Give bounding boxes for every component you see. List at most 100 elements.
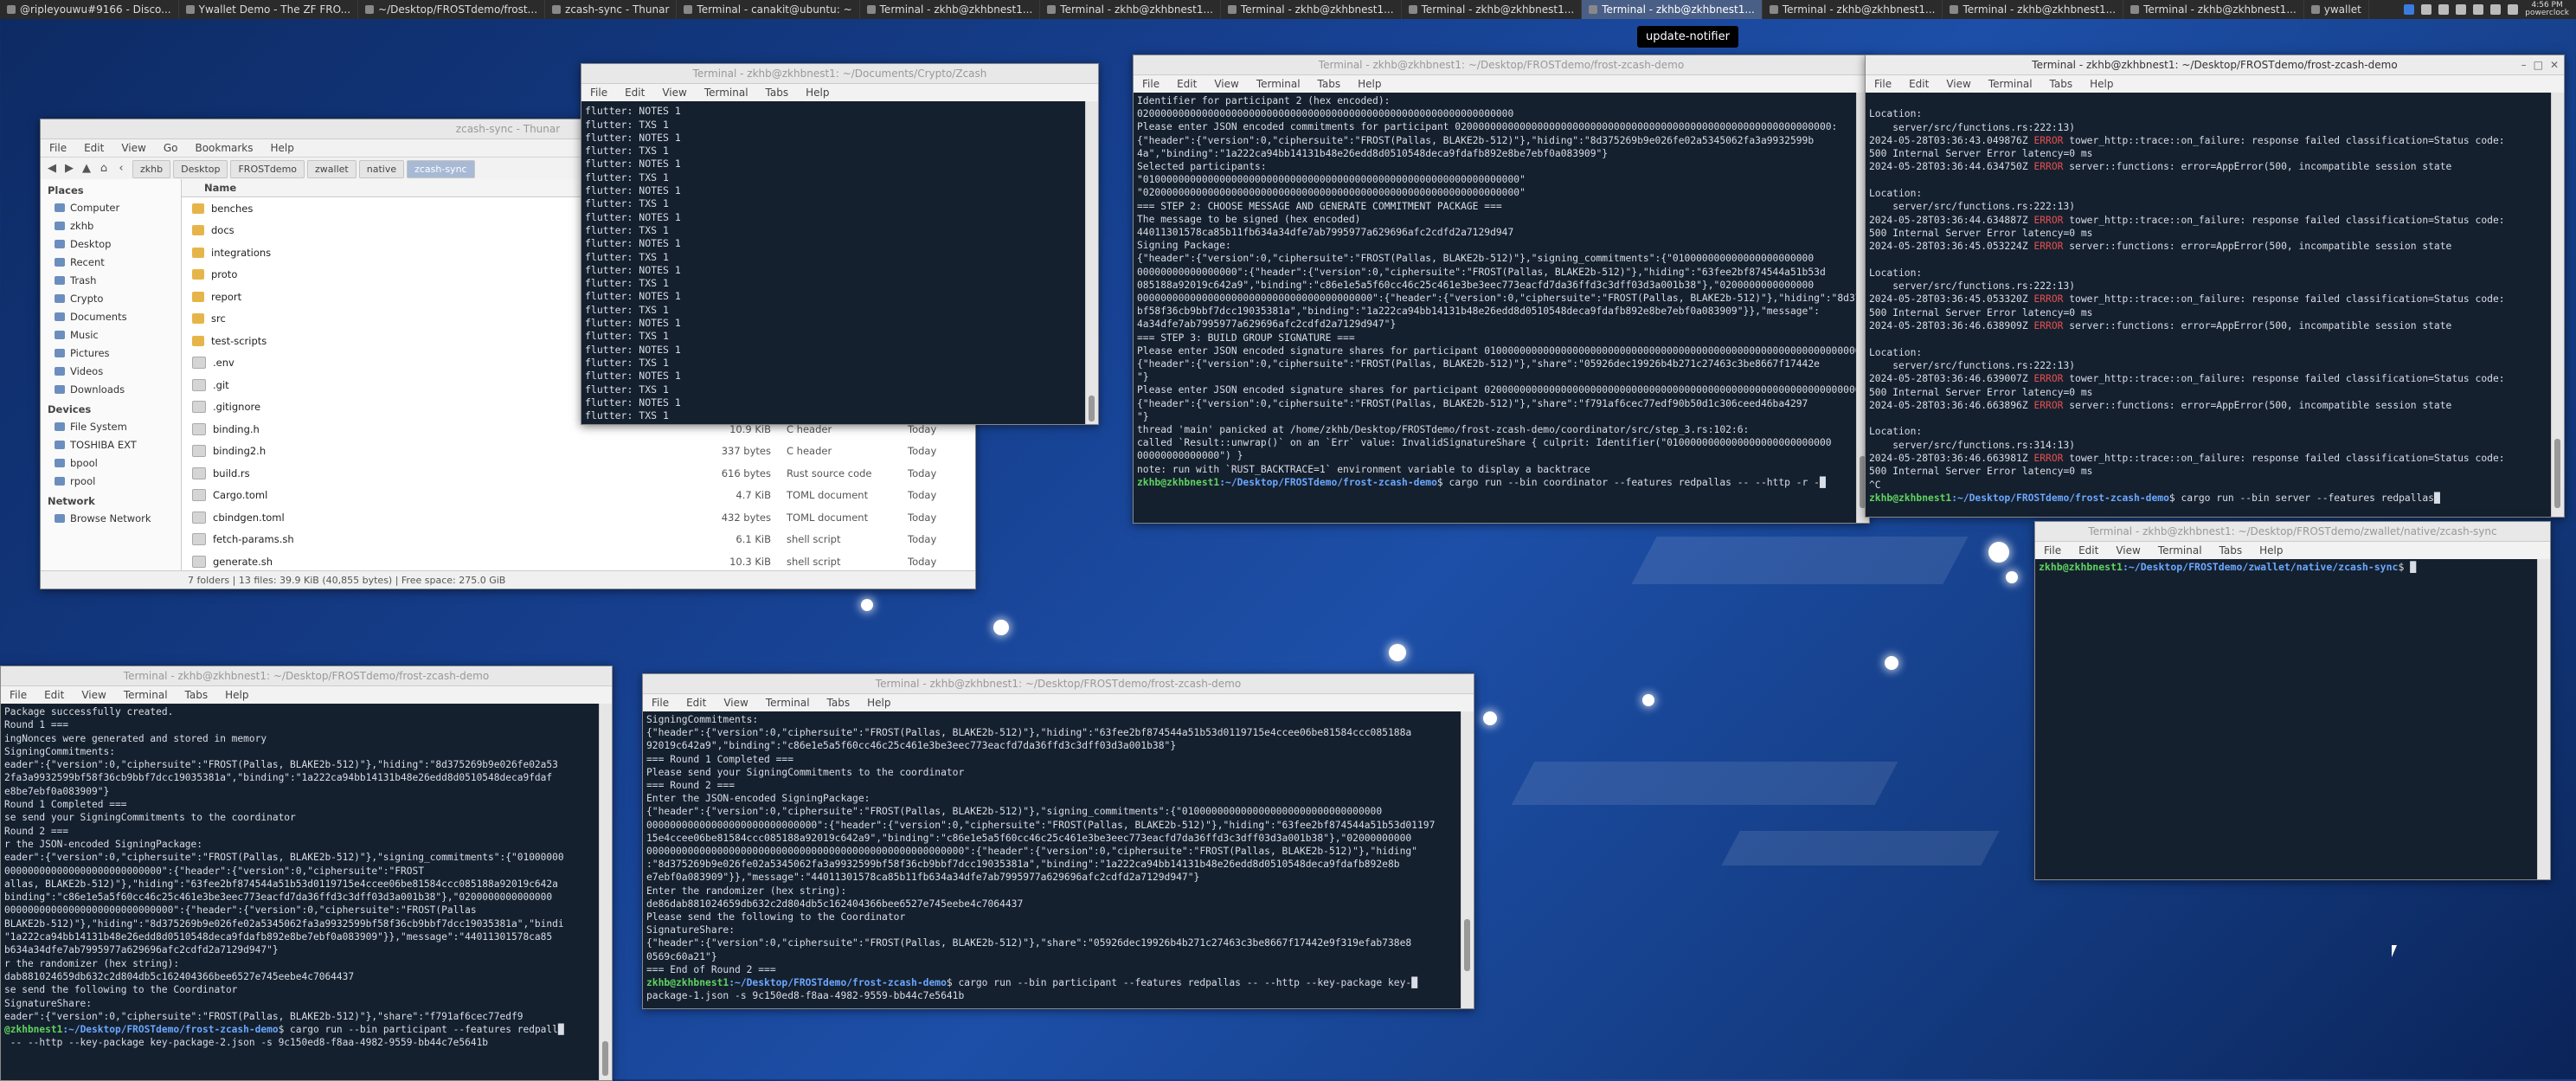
menu-item-help[interactable]: Help <box>797 87 838 99</box>
menu-item-file[interactable]: File <box>1866 78 1900 90</box>
menu-item-view[interactable]: View <box>112 142 154 154</box>
taskbar-item[interactable]: @ripleyouwu#9166 - Disco... <box>0 0 179 19</box>
menu-item-view[interactable]: View <box>1205 78 1247 90</box>
sidebar-item-zkhb[interactable]: zkhb <box>41 216 181 235</box>
sidebar-item-pictures[interactable]: Pictures <box>41 344 181 362</box>
menu-item-file[interactable]: File <box>1134 78 1168 90</box>
terminal-prompt[interactable]: zkhb@zkhbnest1:~/Desktop/FROSTdemo/zwall… <box>2039 561 2534 574</box>
menu-item-help[interactable]: Help <box>2251 544 2291 557</box>
terminal-window-server[interactable]: Terminal - zkhb@zkhbnest1: ~/Desktop/FRO… <box>1865 55 2565 518</box>
terminal-prompt[interactable]: zkhb@zkhbnest1:~/Desktop/FROSTdemo/frost… <box>1137 476 1853 489</box>
terminal-prompt[interactable]: zkhb@zkhbnest1:~/Desktop/FROSTdemo/frost… <box>1869 492 2548 505</box>
terminal-prompt[interactable]: zkhb@zkhbnest1:~/Desktop/FROSTdemo/frost… <box>646 976 1458 989</box>
file-row[interactable]: cbindgen.toml 432 bytes TOML document Today <box>182 506 975 529</box>
breadcrumb-FROSTdemo[interactable]: FROSTdemo <box>230 159 305 178</box>
menu-item-tabs[interactable]: Tabs <box>1309 78 1350 90</box>
scrollbar[interactable] <box>599 704 612 1080</box>
menu-item-terminal[interactable]: Terminal <box>115 689 177 701</box>
power-icon[interactable] <box>2508 4 2519 15</box>
menu-item-terminal[interactable]: Terminal <box>1980 78 2041 90</box>
taskbar-item[interactable]: ywallet <box>2304 0 2369 19</box>
menu-item-tabs[interactable]: Tabs <box>177 689 217 701</box>
menu-item-edit[interactable]: Edit <box>75 142 112 154</box>
clock[interactable]: 4:56 PM powerclock <box>2525 2 2569 17</box>
menu-item-help[interactable]: Help <box>216 689 257 701</box>
taskbar-item[interactable]: Ywallet Demo - The ZF FRO... <box>179 0 359 19</box>
breadcrumb-zcash-sync[interactable]: zcash-sync <box>407 159 475 178</box>
terminal-window-participant-1[interactable]: Terminal - zkhb@zkhbnest1: ~/Desktop/FRO… <box>642 673 1474 1009</box>
menu-item-help[interactable]: Help <box>1349 78 1390 90</box>
menu-item-tabs[interactable]: Tabs <box>819 697 859 709</box>
menu-item-edit[interactable]: Edit <box>1900 78 1937 90</box>
breadcrumb-Desktop[interactable]: Desktop <box>173 159 228 178</box>
terminal-window-zcash-sync[interactable]: Terminal - zkhb@zkhbnest1: ~/Desktop/FRO… <box>2034 521 2551 880</box>
scrollbar[interactable] <box>1085 101 1098 424</box>
bell-icon[interactable] <box>2473 4 2484 15</box>
menu-item-terminal[interactable]: Terminal <box>2149 544 2211 557</box>
taskbar-item[interactable]: Terminal - zkhb@zkhbnest1... <box>1402 0 1583 19</box>
taskbar-item[interactable]: Terminal - canakit@ubuntu: ~ <box>677 0 860 19</box>
menu-item-edit[interactable]: Edit <box>1168 78 1205 90</box>
menu-item-edit[interactable]: Edit <box>616 87 653 99</box>
window-title[interactable]: Terminal - zkhb@zkhbnest1: ~/Desktop/FRO… <box>1866 55 2564 75</box>
menu-item-tabs[interactable]: Tabs <box>2041 78 2082 90</box>
taskbar-item[interactable]: Terminal - zkhb@zkhbnest1... <box>1943 0 2124 19</box>
sidebar-item-music[interactable]: Music <box>41 325 181 344</box>
back-icon[interactable]: ◀ <box>46 163 58 175</box>
menu-item-tabs[interactable]: Tabs <box>757 87 798 99</box>
terminal-output[interactable]: SigningCommitments: {"header":{"version":… <box>643 711 1461 1008</box>
sidebar-item-videos[interactable]: Videos <box>41 362 181 380</box>
breadcrumb-zkhb[interactable]: zkhb <box>132 159 171 178</box>
menu-item-view[interactable]: View <box>2107 544 2149 557</box>
scrollbar[interactable] <box>2551 93 2564 517</box>
sidebar-item-rpool[interactable]: rpool <box>41 472 181 490</box>
taskbar-item[interactable]: Terminal - zkhb@zkhbnest1... <box>860 0 1041 19</box>
menu-item-help[interactable]: Help <box>2081 78 2122 90</box>
sidebar-item-computer[interactable]: Computer <box>41 198 181 216</box>
menu-item-edit[interactable]: Edit <box>2070 544 2107 557</box>
menu-item-terminal[interactable]: Terminal <box>1248 78 1309 90</box>
network-icon[interactable] <box>2404 4 2415 15</box>
menu-item-terminal[interactable]: Terminal <box>696 87 757 99</box>
menu-item-help[interactable]: Help <box>858 697 899 709</box>
discord-icon[interactable] <box>2438 4 2450 15</box>
breadcrumb-zwallet[interactable]: zwallet <box>307 159 357 178</box>
window-title[interactable]: Terminal - zkhb@zkhbnest1: ~/Desktop/FRO… <box>1 666 612 686</box>
menu-item-tabs[interactable]: Tabs <box>2211 544 2252 557</box>
sidebar-item-crypto[interactable]: Crypto <box>41 289 181 307</box>
menu-item-file[interactable]: File <box>1 689 35 701</box>
scrollbar[interactable] <box>1461 711 1474 1008</box>
terminal-output[interactable]: Package successfully created. Round 1 ===… <box>1 704 600 1080</box>
window-title[interactable]: Terminal - zkhb@zkhbnest1: ~/Desktop/FRO… <box>1134 55 1869 75</box>
terminal-window-coordinator[interactable]: Terminal - zkhb@zkhbnest1: ~/Desktop/FRO… <box>1133 55 1870 524</box>
terminal-window-flutter[interactable]: Terminal - zkhb@zkhbnest1: ~/Documents/C… <box>581 63 1099 425</box>
terminal-output[interactable]: zkhb@zkhbnest1:~/Desktop/FROSTdemo/zwall… <box>2035 559 2538 879</box>
sidebar-item-downloads[interactable]: Downloads <box>41 380 181 398</box>
breadcrumb-native[interactable]: native <box>358 159 405 178</box>
menu-item-terminal[interactable]: Terminal <box>757 697 819 709</box>
menu-item-edit[interactable]: Edit <box>35 689 73 701</box>
file-row[interactable]: build.rs 616 bytes Rust source code Today <box>182 462 975 485</box>
terminal-output[interactable]: Location: server/src/functions.rs:222:13… <box>1866 93 2552 517</box>
terminal-window-participant-2[interactable]: Terminal - zkhb@zkhbnest1: ~/Desktop/FRO… <box>0 666 613 1081</box>
file-row[interactable]: binding2.h 337 bytes C header Today <box>182 441 975 463</box>
window-title[interactable]: Terminal - zkhb@zkhbnest1: ~/Desktop/FRO… <box>2035 522 2550 542</box>
sidebar-item-browse-network[interactable]: Browse Network <box>41 509 181 527</box>
sidebar-item-file-system[interactable]: File System <box>41 417 181 435</box>
chevron-left-icon[interactable]: ‹ <box>115 163 127 175</box>
mail-icon[interactable] <box>2421 4 2432 15</box>
menu-item-file[interactable]: File <box>2035 544 2070 557</box>
sidebar-item-documents[interactable]: Documents <box>41 307 181 325</box>
volume-icon[interactable] <box>2490 4 2502 15</box>
up-icon[interactable]: ▲ <box>80 163 93 175</box>
menu-item-file[interactable]: File <box>643 697 678 709</box>
taskbar-item[interactable]: ~/Desktop/FROSTdemo/frost... <box>358 0 546 19</box>
menu-item-view[interactable]: View <box>1937 78 1979 90</box>
sidebar-item-desktop[interactable]: Desktop <box>41 235 181 253</box>
file-row[interactable]: generate.sh 10.3 KiB shell script Today <box>182 550 975 571</box>
menu-item-view[interactable]: View <box>653 87 695 99</box>
menu-item-edit[interactable]: Edit <box>678 697 715 709</box>
menu-item-go[interactable]: Go <box>155 142 187 154</box>
menu-item-help[interactable]: Help <box>262 142 303 154</box>
taskbar-item[interactable]: Terminal - zkhb@zkhbnest1... <box>1040 0 1221 19</box>
